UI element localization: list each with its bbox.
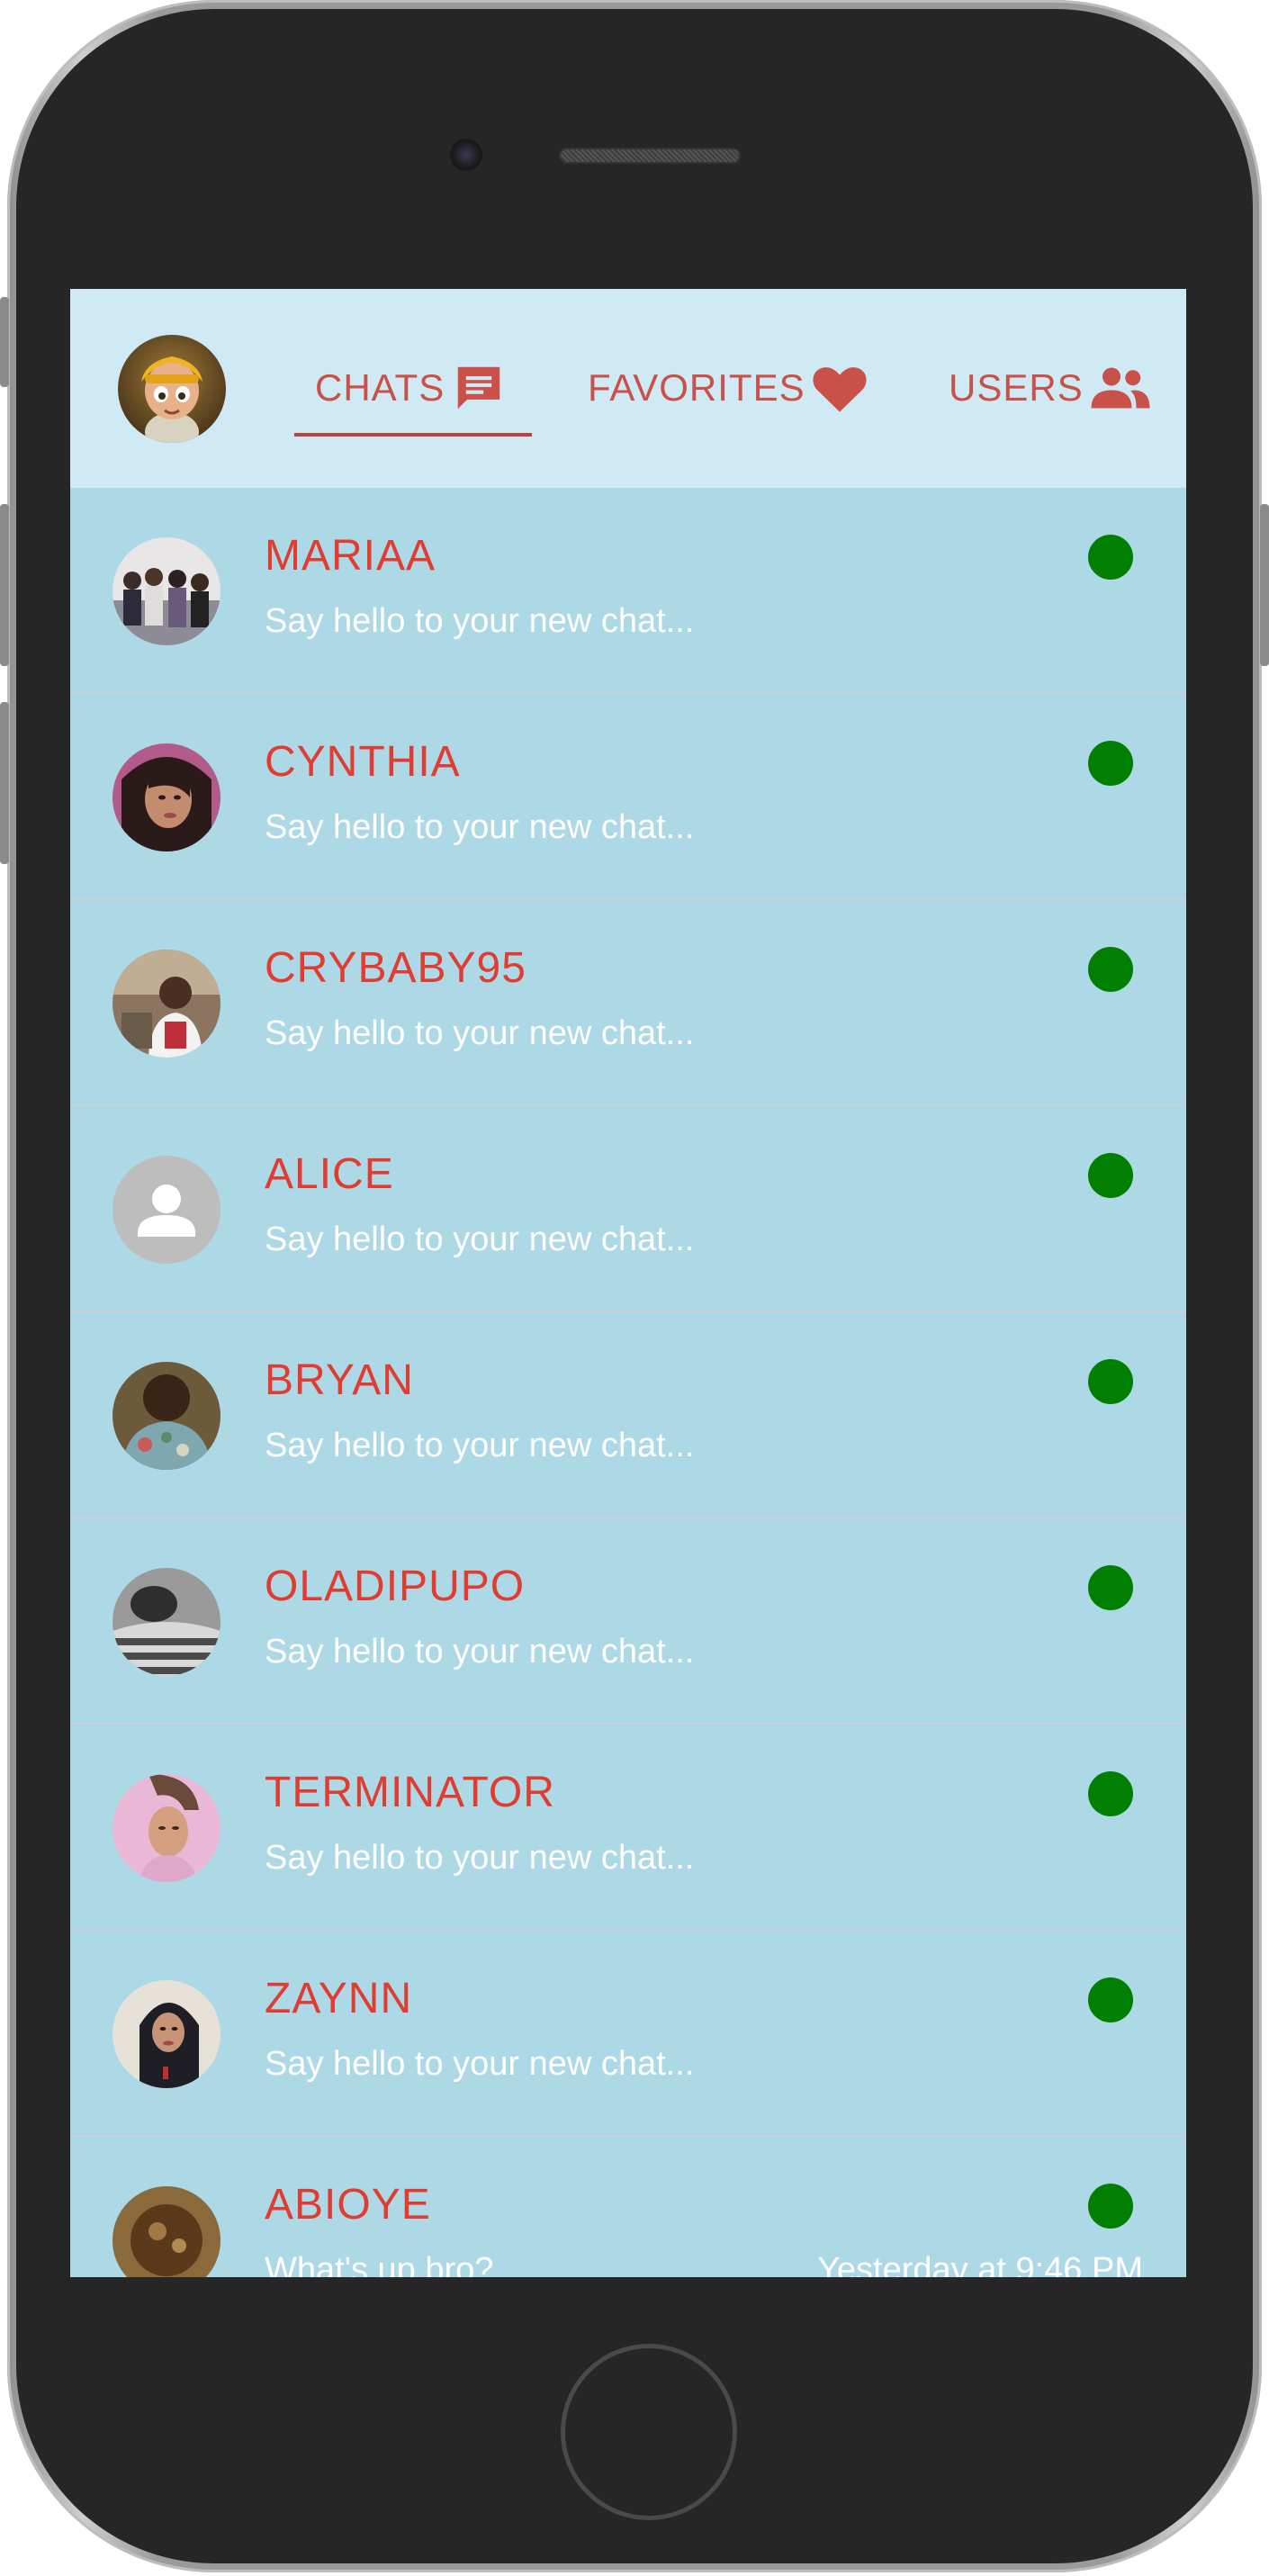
tab-favorites-label: FAVORITES — [588, 366, 806, 409]
contact-name: TERMINATOR — [265, 1769, 555, 1816]
profile-avatar[interactable] — [118, 335, 226, 443]
front-camera — [450, 139, 482, 171]
message-timestamp: Yesterday at 9:46 PM — [817, 2251, 1143, 2277]
chat-list: MARIAA Say hello to your new chat... CYN… — [70, 488, 1186, 2277]
last-message-preview: What's up bro? — [265, 2251, 494, 2277]
contact-name: ALICE — [265, 1150, 394, 1198]
avatar — [112, 1980, 220, 2088]
avatar — [112, 1774, 220, 1882]
chat-list-item[interactable]: CYNTHIA Say hello to your new chat... — [70, 694, 1186, 900]
tab-users-label: USERS — [949, 366, 1084, 409]
avatar — [112, 1156, 220, 1264]
volume-up-button — [0, 504, 9, 666]
portrait-photo-icon — [112, 2186, 220, 2277]
chat-list-item[interactable]: BRYAN Say hello to your new chat... — [70, 1312, 1186, 1518]
online-status-dot — [1088, 535, 1133, 580]
online-status-dot — [1088, 1359, 1133, 1404]
last-message-preview: Say hello to your new chat... — [265, 1220, 695, 1258]
online-status-dot — [1088, 741, 1133, 786]
last-message-preview: Say hello to your new chat... — [265, 1427, 695, 1464]
avatar — [112, 743, 220, 851]
last-message-preview: Say hello to your new chat... — [265, 808, 695, 846]
online-status-dot — [1088, 1153, 1133, 1198]
chat-list-item[interactable]: MARIAA Say hello to your new chat... — [70, 488, 1186, 694]
avatar — [112, 1568, 220, 1676]
chat-list-item[interactable]: ABIOYE What's up bro? Yesterday at 9:46 … — [70, 2137, 1186, 2277]
contact-name: CYNTHIA — [265, 738, 461, 786]
power-button — [1260, 504, 1269, 666]
portrait-photo-icon — [112, 1980, 220, 2088]
volume-down-button — [0, 702, 9, 864]
contact-name: ABIOYE — [265, 2181, 431, 2229]
mute-switch — [0, 297, 9, 387]
portrait-photo-icon — [112, 1568, 220, 1676]
home-button[interactable] — [561, 2344, 737, 2520]
users-icon — [1089, 365, 1152, 410]
chat-bubble-icon — [450, 360, 508, 416]
last-message-preview: Say hello to your new chat... — [265, 1633, 695, 1671]
tab-users[interactable]: USERS — [949, 343, 1152, 433]
app-screen: CHATS FAVORITES USERS MARIAA Say hello t… — [70, 289, 1186, 2277]
earpiece-speaker — [559, 148, 741, 164]
online-status-dot — [1088, 1771, 1133, 1816]
portrait-photo-icon — [112, 950, 220, 1058]
tab-chats[interactable]: CHATS — [315, 343, 508, 433]
online-status-dot — [1088, 947, 1133, 992]
avatar — [112, 537, 220, 645]
last-message-preview: Say hello to your new chat... — [265, 1014, 695, 1052]
tab-favorites[interactable]: FAVORITES — [588, 343, 868, 433]
active-tab-indicator — [294, 433, 532, 437]
contact-name: MARIAA — [265, 532, 436, 580]
last-message-preview: Say hello to your new chat... — [265, 1839, 695, 1877]
online-status-dot — [1088, 1565, 1133, 1610]
chat-list-item[interactable]: ZAYNN Say hello to your new chat... — [70, 1931, 1186, 2137]
last-message-preview: Say hello to your new chat... — [265, 2045, 695, 2083]
contact-name: OLADIPUPO — [265, 1563, 526, 1610]
chat-list-item[interactable]: OLADIPUPO Say hello to your new chat... — [70, 1518, 1186, 1725]
portrait-photo-icon — [112, 1774, 220, 1882]
chat-list-item[interactable]: TERMINATOR Say hello to your new chat... — [70, 1725, 1186, 1931]
default-user-icon — [112, 1156, 220, 1264]
contact-name: ZAYNN — [265, 1975, 413, 2022]
last-message-preview: Say hello to your new chat... — [265, 602, 695, 640]
avatar — [112, 1362, 220, 1470]
avatar — [112, 950, 220, 1058]
online-status-dot — [1088, 2184, 1133, 2229]
top-navigation: CHATS FAVORITES USERS — [70, 289, 1186, 488]
chat-list-item[interactable]: ALICE Say hello to your new chat... — [70, 1106, 1186, 1312]
heart-icon — [811, 361, 868, 415]
group-photo-icon — [112, 537, 220, 645]
contact-name: CRYBABY95 — [265, 944, 526, 992]
avatar — [112, 2186, 220, 2277]
contact-name: BRYAN — [265, 1356, 414, 1404]
online-status-dot — [1088, 1977, 1133, 2022]
portrait-photo-icon — [112, 1362, 220, 1470]
chat-list-item[interactable]: CRYBABY95 Say hello to your new chat... — [70, 900, 1186, 1106]
tab-chats-label: CHATS — [315, 366, 446, 409]
cartoon-avatar-icon — [118, 335, 226, 443]
portrait-photo-icon — [112, 743, 220, 851]
